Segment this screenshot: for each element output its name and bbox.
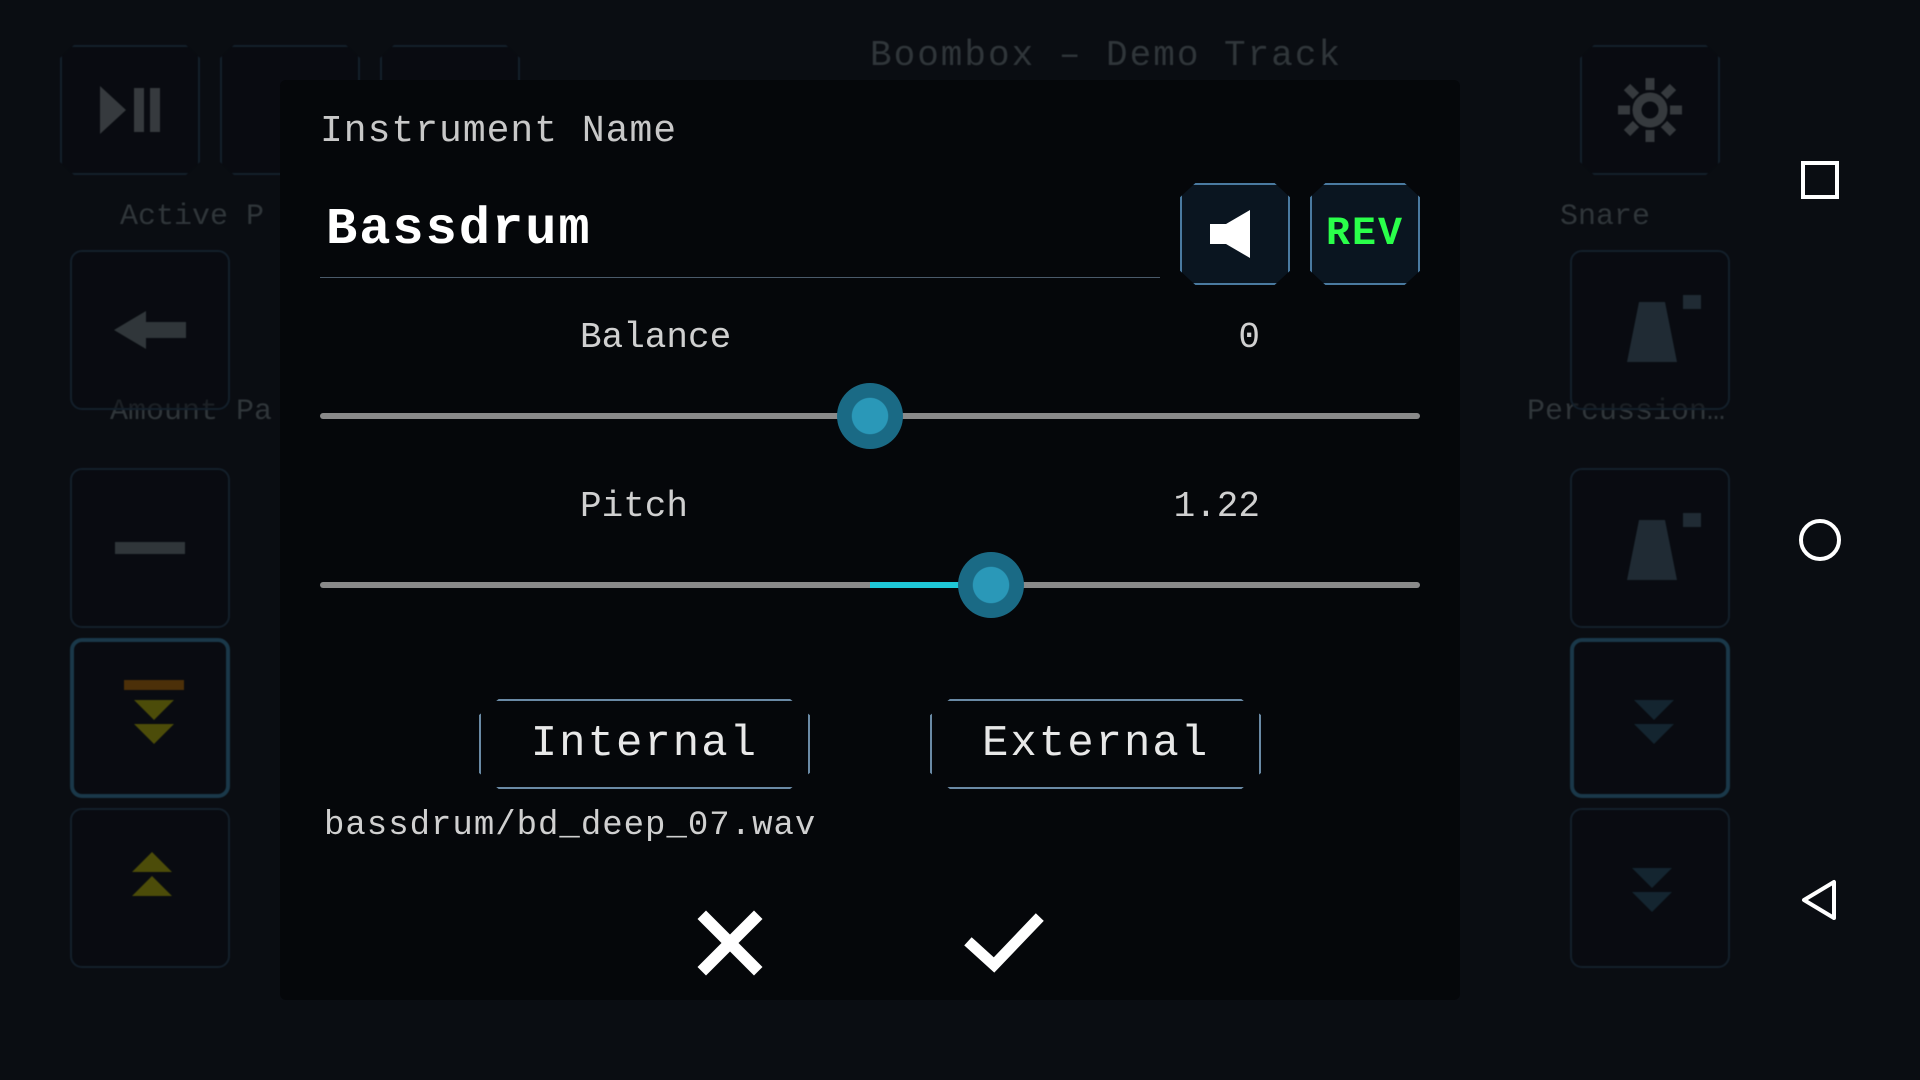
gear-icon	[1615, 75, 1685, 145]
bg-minus-button[interactable]	[70, 468, 230, 628]
balance-label: Balance	[580, 317, 731, 358]
pitch-slider-block: Pitch 1.22	[320, 486, 1420, 615]
source-internal-button[interactable]: Internal	[479, 699, 810, 789]
balance-value: 0	[1238, 317, 1260, 358]
bg-label-snare: Snare	[1560, 200, 1650, 234]
bg-instrument-percussion[interactable]	[1570, 468, 1730, 628]
pitch-slider-thumb[interactable]	[958, 552, 1024, 618]
balance-slider-block: Balance 0	[320, 317, 1420, 446]
modal-title: Instrument Name	[320, 110, 1420, 153]
sample-file-path: bassdrum/bd_deep_07.wav	[324, 807, 1420, 845]
pitch-slider[interactable]	[320, 555, 1420, 615]
close-icon	[696, 909, 764, 977]
pitch-value: 1.22	[1174, 486, 1260, 527]
balance-slider-thumb[interactable]	[837, 383, 903, 449]
recent-apps-button[interactable]	[1795, 155, 1845, 205]
reverse-button[interactable]: REV	[1310, 183, 1420, 285]
source-external-button[interactable]: External	[930, 699, 1261, 789]
check-icon	[964, 909, 1044, 977]
preview-sound-button[interactable]	[1180, 183, 1290, 285]
speaker-icon	[1206, 208, 1264, 260]
cancel-button[interactable]	[686, 899, 774, 992]
back-button[interactable]	[1795, 875, 1845, 925]
play-pause-button[interactable]	[60, 45, 200, 175]
pitch-label: Pitch	[580, 486, 688, 527]
confirm-button[interactable]	[954, 899, 1054, 992]
system-nav	[1760, 0, 1880, 1080]
bg-prev-button[interactable]	[70, 250, 230, 410]
instrument-edit-modal: Instrument Name REV Balance 0 Pitch 1.22	[280, 80, 1460, 1000]
instrument-name-input[interactable]	[320, 190, 1160, 278]
bg-pad-left-2[interactable]	[70, 808, 230, 968]
bg-instrument-snare[interactable]	[1570, 250, 1730, 410]
bg-label-active: Active P	[120, 200, 264, 234]
bg-pad-1[interactable]	[1570, 638, 1730, 798]
balance-slider[interactable]	[320, 386, 1420, 446]
bg-pad-left-1[interactable]	[70, 638, 230, 798]
home-button[interactable]	[1795, 515, 1845, 565]
bg-pad-2[interactable]	[1570, 808, 1730, 968]
settings-button[interactable]	[1580, 45, 1720, 175]
reverse-label: REV	[1326, 212, 1404, 257]
